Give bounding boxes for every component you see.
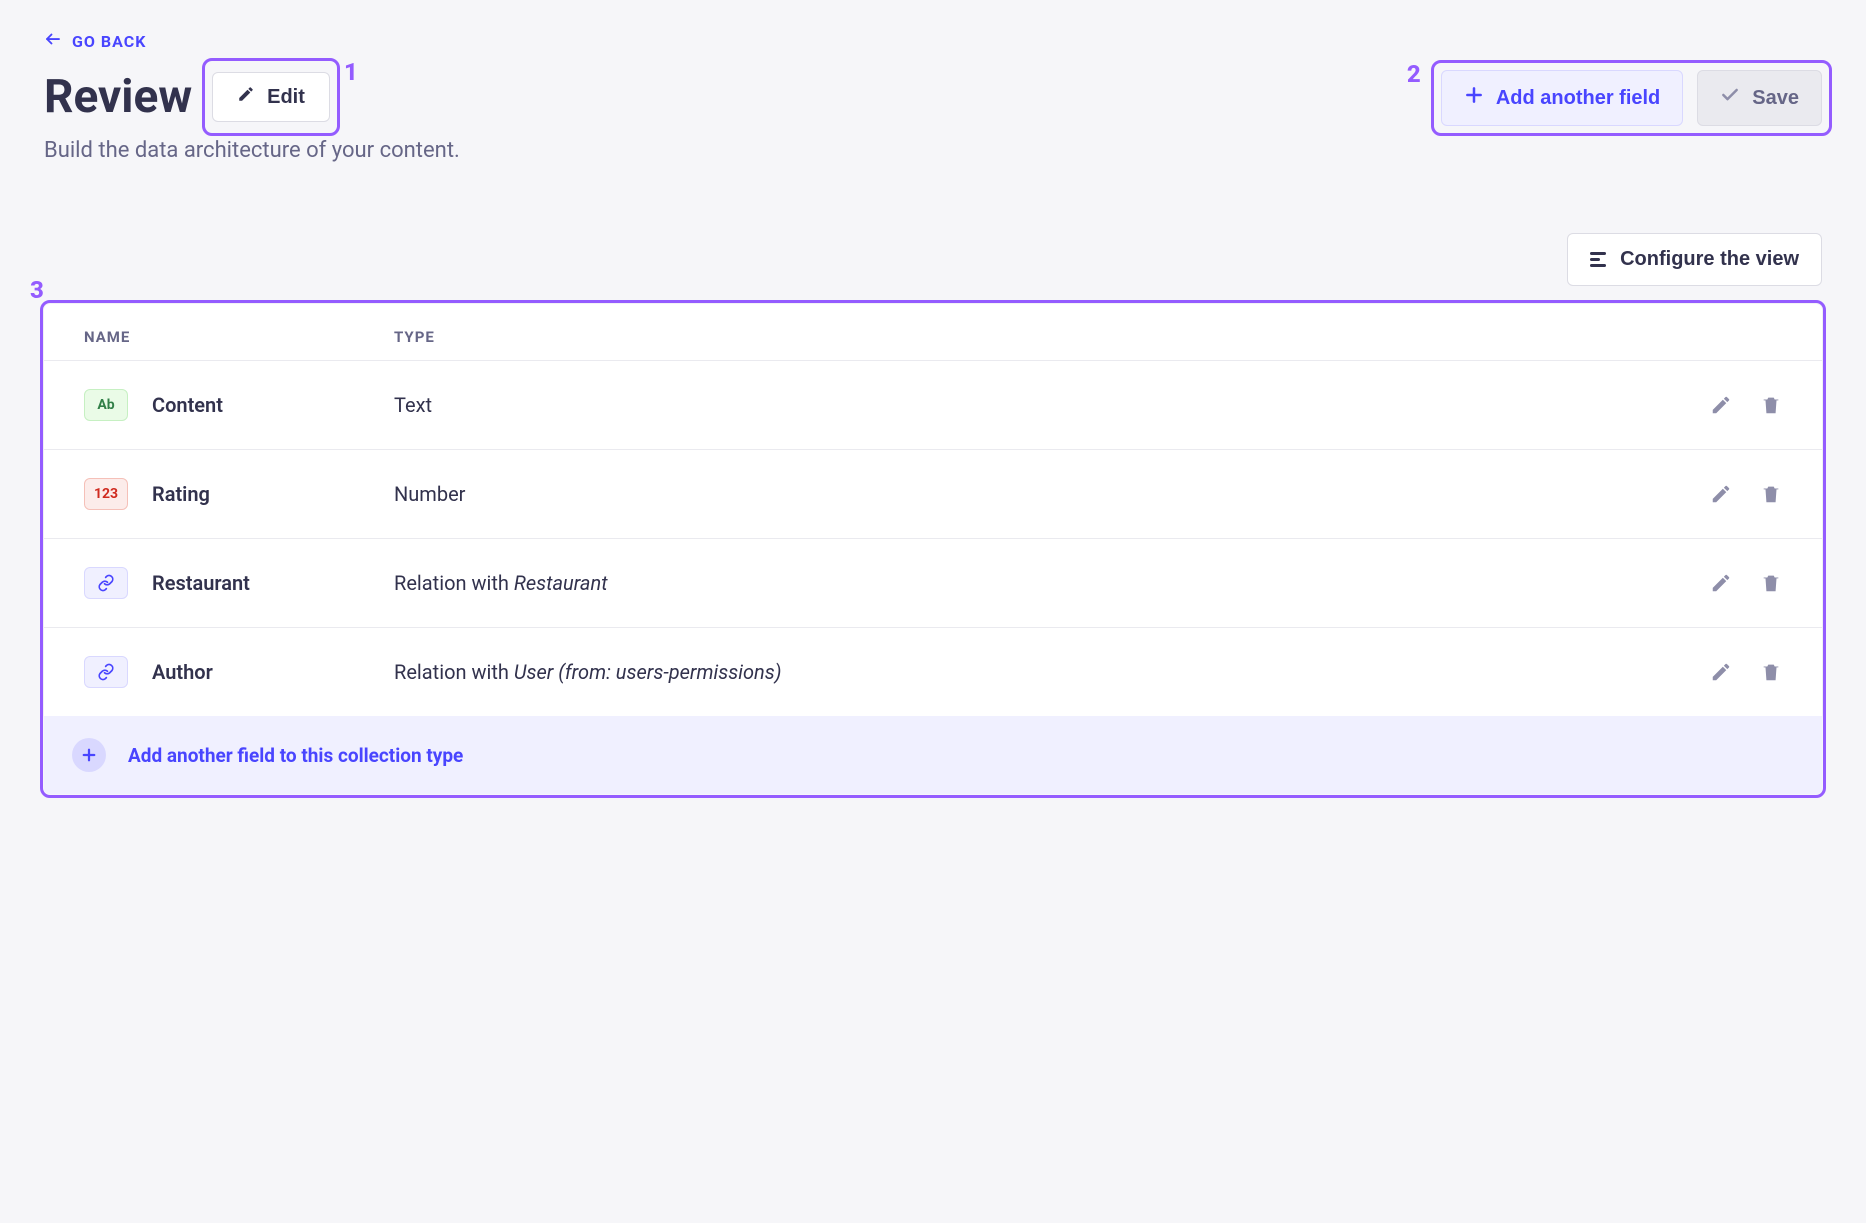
edit-field-button[interactable] [1710, 483, 1732, 505]
delete-field-button[interactable] [1760, 572, 1782, 594]
add-field-label: Add another field [1496, 87, 1660, 110]
fields-table: NAME TYPE Ab Content Text 123 Rating Number Re… [44, 304, 1822, 716]
delete-field-button[interactable] [1760, 661, 1782, 683]
annotation-number-3: 3 [30, 276, 44, 304]
field-type: Relation with Restaurant [394, 571, 1710, 595]
type-badge [84, 656, 128, 688]
go-back-label: GO BACK [72, 32, 146, 51]
add-field-footer[interactable]: Add another field to this collection typ… [44, 716, 1822, 794]
field-name: Author [152, 660, 213, 684]
field-name: Rating [152, 482, 210, 506]
page-subtitle: Build the data architecture of your cont… [44, 138, 460, 163]
delete-field-button[interactable] [1760, 394, 1782, 416]
field-name: Restaurant [152, 571, 250, 595]
add-field-footer-label: Add another field to this collection typ… [128, 744, 463, 767]
column-header-name: NAME [84, 328, 394, 346]
field-type: Number [394, 482, 1710, 506]
save-label: Save [1752, 87, 1799, 110]
field-type: Relation with User (from: users-permissi… [394, 660, 1710, 684]
add-field-button[interactable]: Add another field [1441, 70, 1683, 126]
edit-field-button[interactable] [1710, 661, 1732, 683]
table-row: Restaurant Relation with Restaurant [44, 539, 1822, 628]
table-row: Author Relation with User (from: users-pe… [44, 628, 1822, 716]
column-header-type: TYPE [394, 328, 1782, 346]
arrow-left-icon [44, 30, 62, 52]
table-row: Ab Content Text [44, 361, 1822, 450]
plus-icon [1464, 85, 1484, 111]
list-icon [1590, 252, 1606, 267]
configure-view-label: Configure the view [1620, 248, 1799, 271]
field-type: Text [394, 393, 1710, 417]
edit-field-button[interactable] [1710, 572, 1732, 594]
type-badge: Ab [84, 389, 128, 421]
check-icon [1720, 85, 1740, 111]
type-badge: 123 [84, 478, 128, 510]
annotation-number-1: 1 [344, 58, 358, 86]
delete-field-button[interactable] [1760, 483, 1782, 505]
annotation-number-2: 2 [1407, 60, 1421, 88]
type-badge [84, 567, 128, 599]
field-name: Content [152, 393, 223, 417]
pencil-icon [237, 85, 255, 109]
configure-view-button[interactable]: Configure the view [1567, 233, 1822, 286]
table-row: 123 Rating Number [44, 450, 1822, 539]
go-back-link[interactable]: GO BACK [44, 30, 146, 52]
save-button[interactable]: Save [1697, 70, 1822, 126]
edit-label: Edit [267, 86, 305, 109]
page-title: Review [44, 70, 192, 124]
edit-field-button[interactable] [1710, 394, 1732, 416]
edit-button[interactable]: Edit [212, 72, 330, 122]
table-header: NAME TYPE [44, 304, 1822, 361]
plus-circle-icon [72, 738, 106, 772]
